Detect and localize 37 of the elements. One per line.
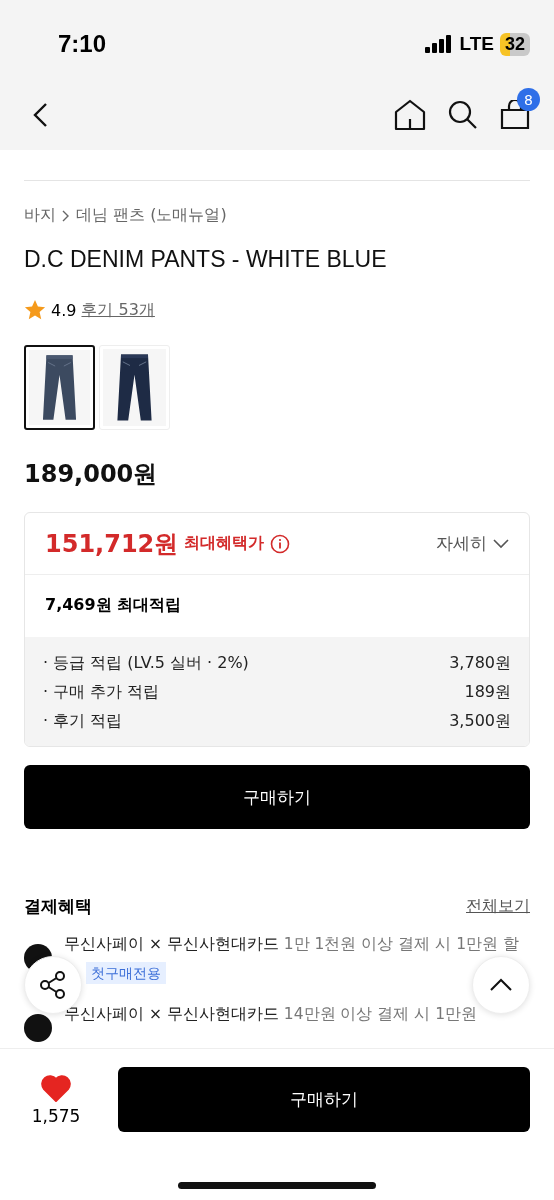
breadcrumb-link[interactable]: 바지 <box>24 205 56 226</box>
chevron-up-icon <box>489 978 513 992</box>
points-amount: 3,780원 <box>449 653 511 674</box>
benefit-label: 최대혜택가 <box>184 533 265 554</box>
payment-benefit-text: 무신사페이 × 무신사현대카드 14만원 이상 결제 시 1만원 <box>64 1004 479 1025</box>
points-label: · 구매 추가 적립 <box>43 682 160 703</box>
network-label: LTE <box>459 33 494 55</box>
points-label: · 등급 적립 (LV.5 실버 · 2%) <box>43 653 249 674</box>
card-logo <box>24 1014 52 1042</box>
info-icon[interactable] <box>270 533 291 554</box>
reviews-link[interactable]: 후기 53개 <box>81 299 155 321</box>
share-icon <box>38 970 68 1000</box>
star-icon <box>24 299 46 321</box>
heart-icon <box>41 1073 71 1102</box>
benefit-price: 151,712원 <box>45 528 179 560</box>
breadcrumb-link[interactable]: 데님 팬츠 (노매뉴얼) <box>76 205 227 226</box>
signal-icon <box>425 35 454 53</box>
first-purchase-tag: 첫구매전용 <box>86 962 166 984</box>
points-total: 7,469원 최대적립 <box>44 594 183 616</box>
buy-button[interactable]: 구매하기 <box>118 1067 530 1132</box>
rating-value: 4.9 <box>51 300 77 320</box>
home-button[interactable] <box>394 99 426 131</box>
chevron-right-icon <box>62 209 70 222</box>
points-amount: 189원 <box>464 682 511 703</box>
cart-count-badge: 8 <box>517 88 540 111</box>
product-price: 189,000원 <box>24 459 159 490</box>
details-button[interactable]: 자세히 <box>436 532 509 555</box>
points-amount: 3,500원 <box>449 711 511 732</box>
product-title: D.C DENIM PANTS - WHITE BLUE <box>24 246 388 273</box>
status-time: 7:10 <box>58 30 107 58</box>
section-title: 결제혜택 <box>24 895 92 918</box>
view-all-link[interactable]: 전체보기 <box>466 896 530 917</box>
chevron-down-icon <box>493 538 509 549</box>
search-button[interactable] <box>448 100 478 130</box>
buy-button[interactable]: 구매하기 <box>24 765 530 829</box>
like-button[interactable]: 1,575 <box>24 1073 88 1126</box>
points-label: · 후기 적립 <box>43 711 123 732</box>
